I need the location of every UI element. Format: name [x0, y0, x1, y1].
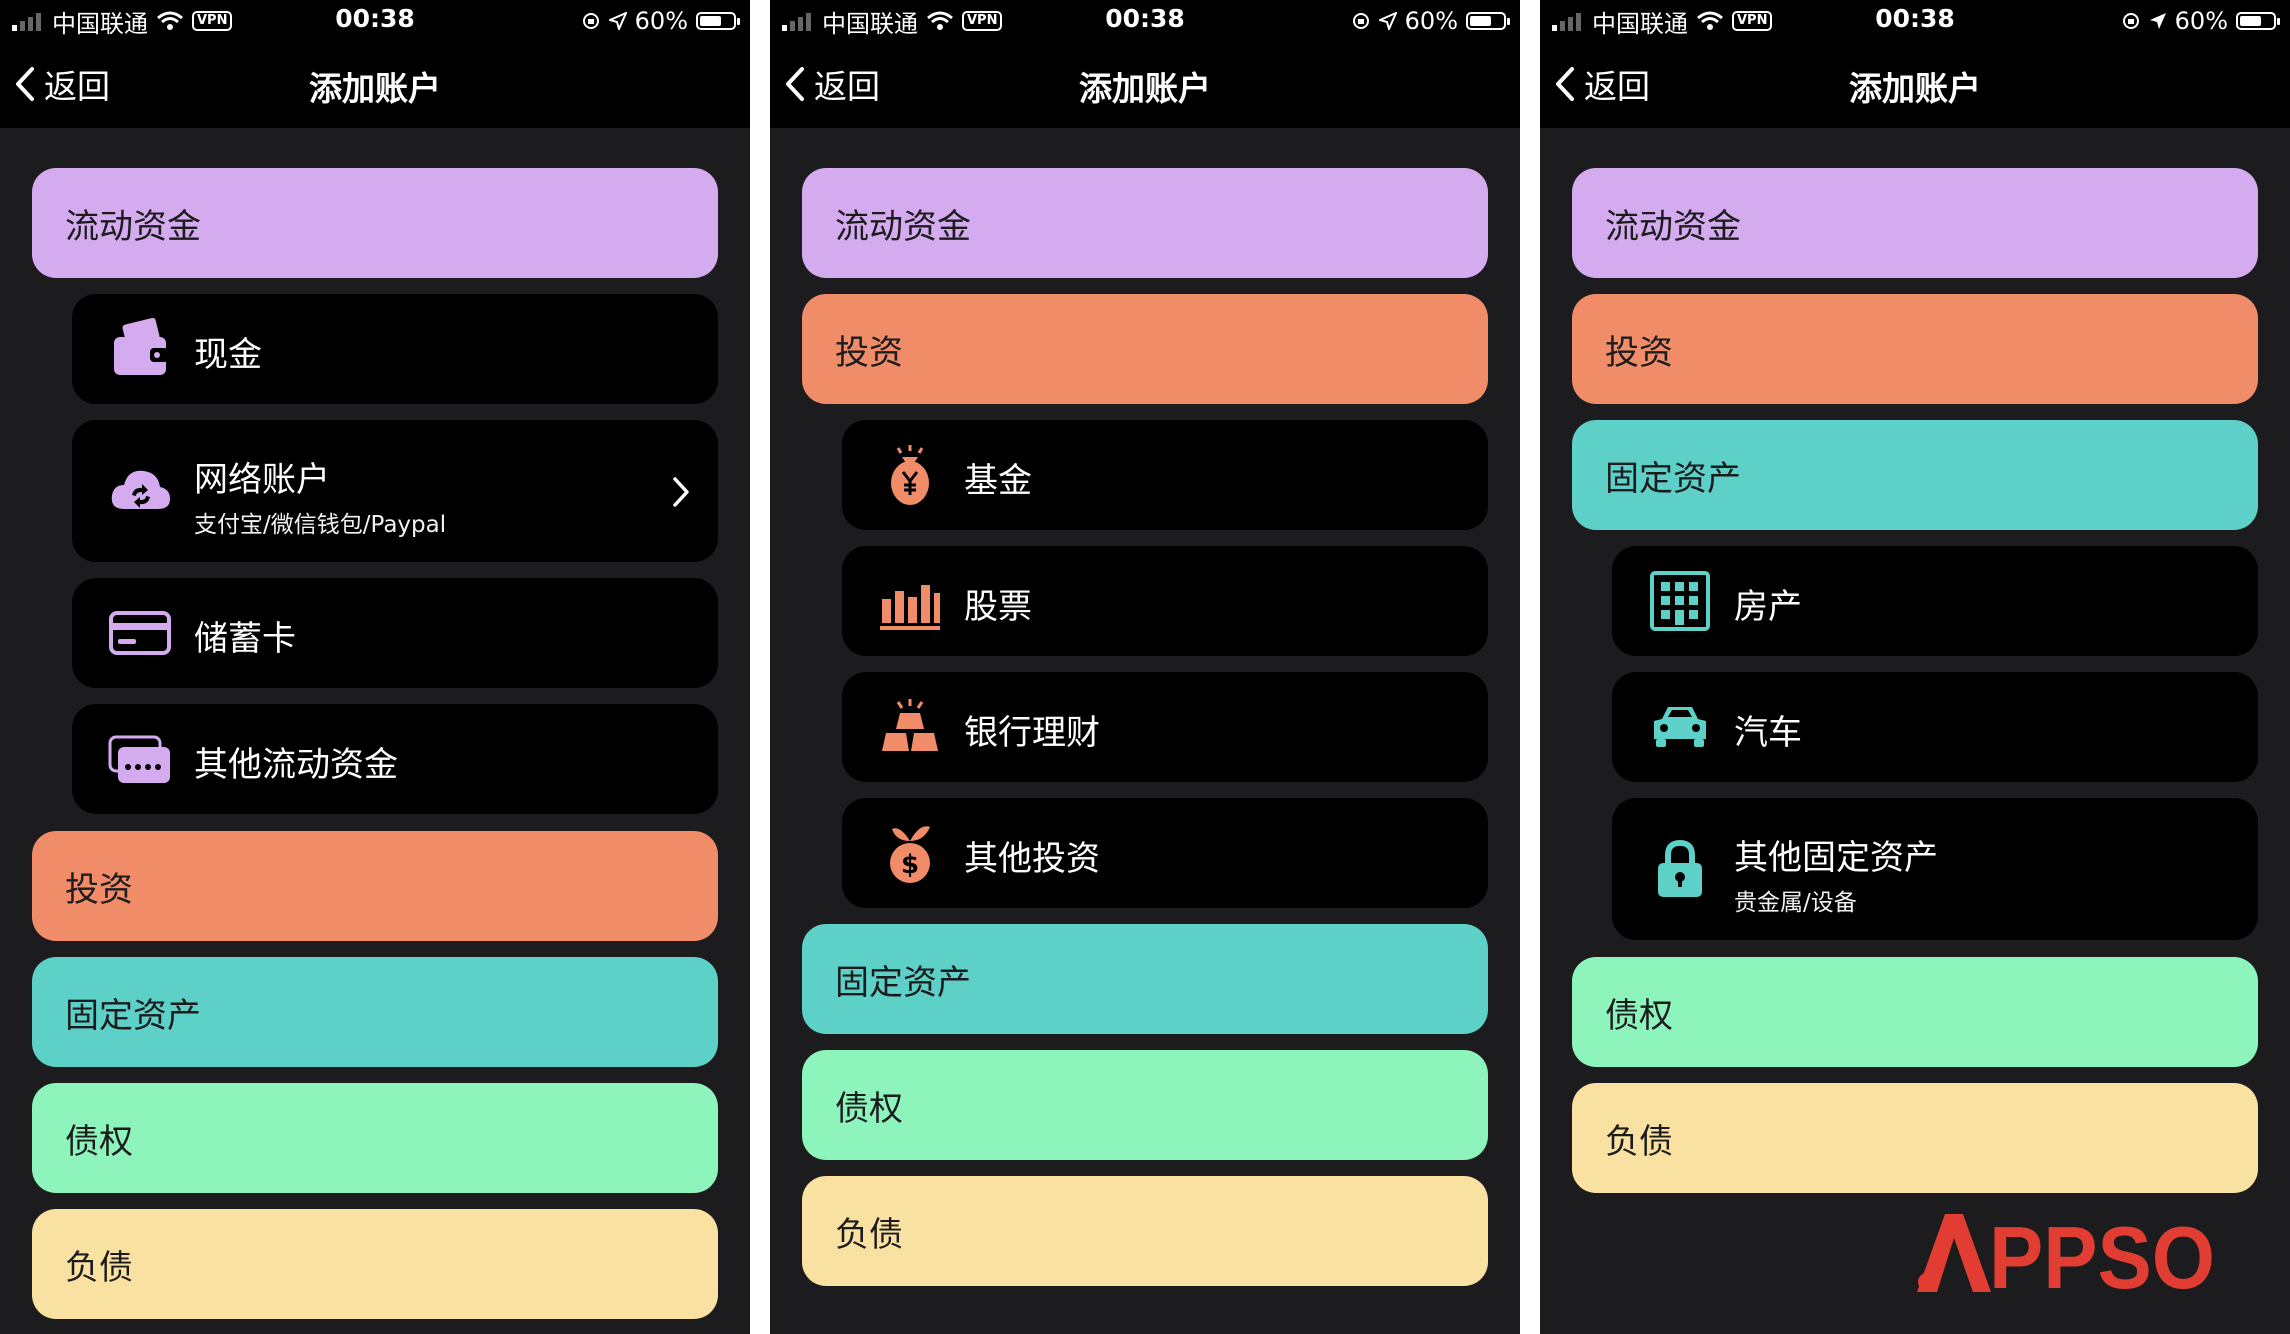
- account-type-car[interactable]: 汽车: [1612, 672, 2258, 782]
- category-invest[interactable]: 投资: [1572, 294, 2258, 404]
- category-liquid[interactable]: 流动资金: [802, 168, 1488, 278]
- category-label: 债权: [65, 1121, 133, 1162]
- rotation-lock-icon: [1352, 13, 1369, 29]
- category-label: 投资: [1605, 332, 1673, 373]
- category-label: 负债: [1605, 1121, 1673, 1162]
- account-type-house[interactable]: 房产: [1612, 546, 2258, 656]
- category-claims[interactable]: 债权: [32, 1083, 718, 1193]
- card-icon: [109, 611, 171, 655]
- category-label: 债权: [1605, 995, 1673, 1036]
- category-debt[interactable]: 负债: [1572, 1083, 2258, 1193]
- account-type-stock[interactable]: 股票: [842, 546, 1488, 656]
- phone-screen-fixed: 中国联通 VPN 00:38 60% 返回 添加账户 流动资金 投资 固定资产 …: [1540, 0, 2290, 1334]
- appso-logo: PPSO: [1917, 1212, 2215, 1294]
- category-label: 流动资金: [835, 206, 971, 247]
- battery-percent: 60%: [634, 7, 688, 35]
- page-title: 添加账户: [1079, 69, 1211, 108]
- lock-icon: [1658, 839, 1702, 897]
- page-title: 添加账户: [1849, 69, 1981, 108]
- item-label: 房产: [1734, 587, 1802, 627]
- category-debt[interactable]: 负债: [32, 1209, 718, 1319]
- bar-chart-icon: [880, 585, 940, 630]
- cloud-sync-icon: [111, 470, 170, 509]
- category-label: 投资: [65, 869, 133, 910]
- account-type-debit-card[interactable]: 储蓄卡: [72, 578, 718, 688]
- category-fixed[interactable]: 固定资产: [32, 957, 718, 1067]
- nav-bar: 返回 添加账户: [0, 42, 750, 128]
- category-label: 负债: [65, 1247, 133, 1288]
- item-label: 汽车: [1734, 713, 1802, 753]
- category-label: 固定资产: [1605, 458, 1741, 499]
- location-icon: [1378, 12, 1397, 30]
- nav-bar: 返回 添加账户: [1540, 42, 2290, 128]
- building-icon: [1650, 571, 1710, 631]
- item-label: 银行理财: [964, 713, 1100, 753]
- status-bar: 中国联通 VPN 00:38 60%: [1540, 0, 2290, 42]
- battery-icon: [2236, 12, 2280, 30]
- chevron-right-icon: [673, 477, 689, 507]
- account-type-cash[interactable]: 现金: [72, 294, 718, 404]
- item-sublabel: 支付宝/微信钱包/Paypal: [194, 512, 447, 538]
- money-bag-yen-icon: [891, 445, 929, 505]
- category-label: 负债: [835, 1214, 903, 1255]
- phone-screen-liquid: 中国联通 VPN 00:38 60% 返回 添加账户 流动资金 现金 网络账户 …: [0, 0, 750, 1334]
- account-type-other-fixed[interactable]: 其他固定资产 贵金属/设备: [1612, 798, 2258, 940]
- category-label: 流动资金: [65, 206, 201, 247]
- account-type-other-liquid[interactable]: 其他流动资金: [72, 704, 718, 814]
- category-label: 固定资产: [65, 995, 201, 1036]
- money-plant-icon: $: [890, 826, 930, 883]
- category-debt[interactable]: 负债: [802, 1176, 1488, 1286]
- gold-bars-icon: [882, 699, 938, 751]
- account-type-other-invest[interactable]: $ 其他投资: [842, 798, 1488, 908]
- category-label: 债权: [835, 1088, 903, 1129]
- item-sublabel: 贵金属/设备: [1734, 890, 1857, 916]
- item-label: 其他投资: [964, 839, 1100, 879]
- battery-percent: 60%: [1404, 7, 1458, 35]
- item-label: 股票: [964, 587, 1032, 627]
- category-invest[interactable]: 投资: [802, 294, 1488, 404]
- car-icon: [1654, 707, 1706, 747]
- item-label: 网络账户: [194, 460, 330, 500]
- item-label: 其他流动资金: [194, 745, 398, 785]
- category-label: 投资: [835, 332, 903, 373]
- status-bar: 中国联通 VPN 00:38 60%: [0, 0, 750, 42]
- rotation-lock-icon: [2122, 13, 2139, 29]
- battery-icon: [696, 12, 740, 30]
- category-label: 固定资产: [835, 962, 971, 1003]
- battery-percent: 60%: [2174, 7, 2228, 35]
- status-bar: 中国联通 VPN 00:38 60%: [770, 0, 1520, 42]
- category-claims[interactable]: 债权: [802, 1050, 1488, 1160]
- rotation-lock-icon: [582, 13, 599, 29]
- category-fixed[interactable]: 固定资产: [1572, 420, 2258, 530]
- category-liquid[interactable]: 流动资金: [1572, 168, 2258, 278]
- account-type-online[interactable]: 网络账户 支付宝/微信钱包/Paypal: [72, 420, 718, 562]
- category-liquid[interactable]: 流动资金: [32, 168, 718, 278]
- item-label: 现金: [194, 335, 262, 375]
- battery-icon: [1466, 12, 1510, 30]
- account-type-fund[interactable]: 基金: [842, 420, 1488, 530]
- category-claims[interactable]: 债权: [1572, 957, 2258, 1067]
- item-label: 其他固定资产: [1734, 838, 1938, 878]
- category-fixed[interactable]: 固定资产: [802, 924, 1488, 1034]
- location-icon: [2149, 13, 2166, 29]
- cards-icon: [108, 735, 170, 783]
- nav-bar: 返回 添加账户: [770, 42, 1520, 128]
- page-title: 添加账户: [309, 69, 441, 108]
- category-invest[interactable]: 投资: [32, 831, 718, 941]
- item-label: 基金: [964, 461, 1032, 501]
- item-label: 储蓄卡: [194, 619, 296, 659]
- location-icon: [608, 12, 627, 30]
- svg-text:$: $: [901, 850, 919, 880]
- account-type-bank-wealth[interactable]: 银行理财: [842, 672, 1488, 782]
- wallet-icon: [114, 317, 168, 375]
- svg-text:PPSO: PPSO: [1989, 1212, 2215, 1294]
- phone-screen-invest: 中国联通 VPN 00:38 60% 返回 添加账户 流动资金 投资 基金 股票…: [770, 0, 1520, 1334]
- category-label: 流动资金: [1605, 206, 1741, 247]
